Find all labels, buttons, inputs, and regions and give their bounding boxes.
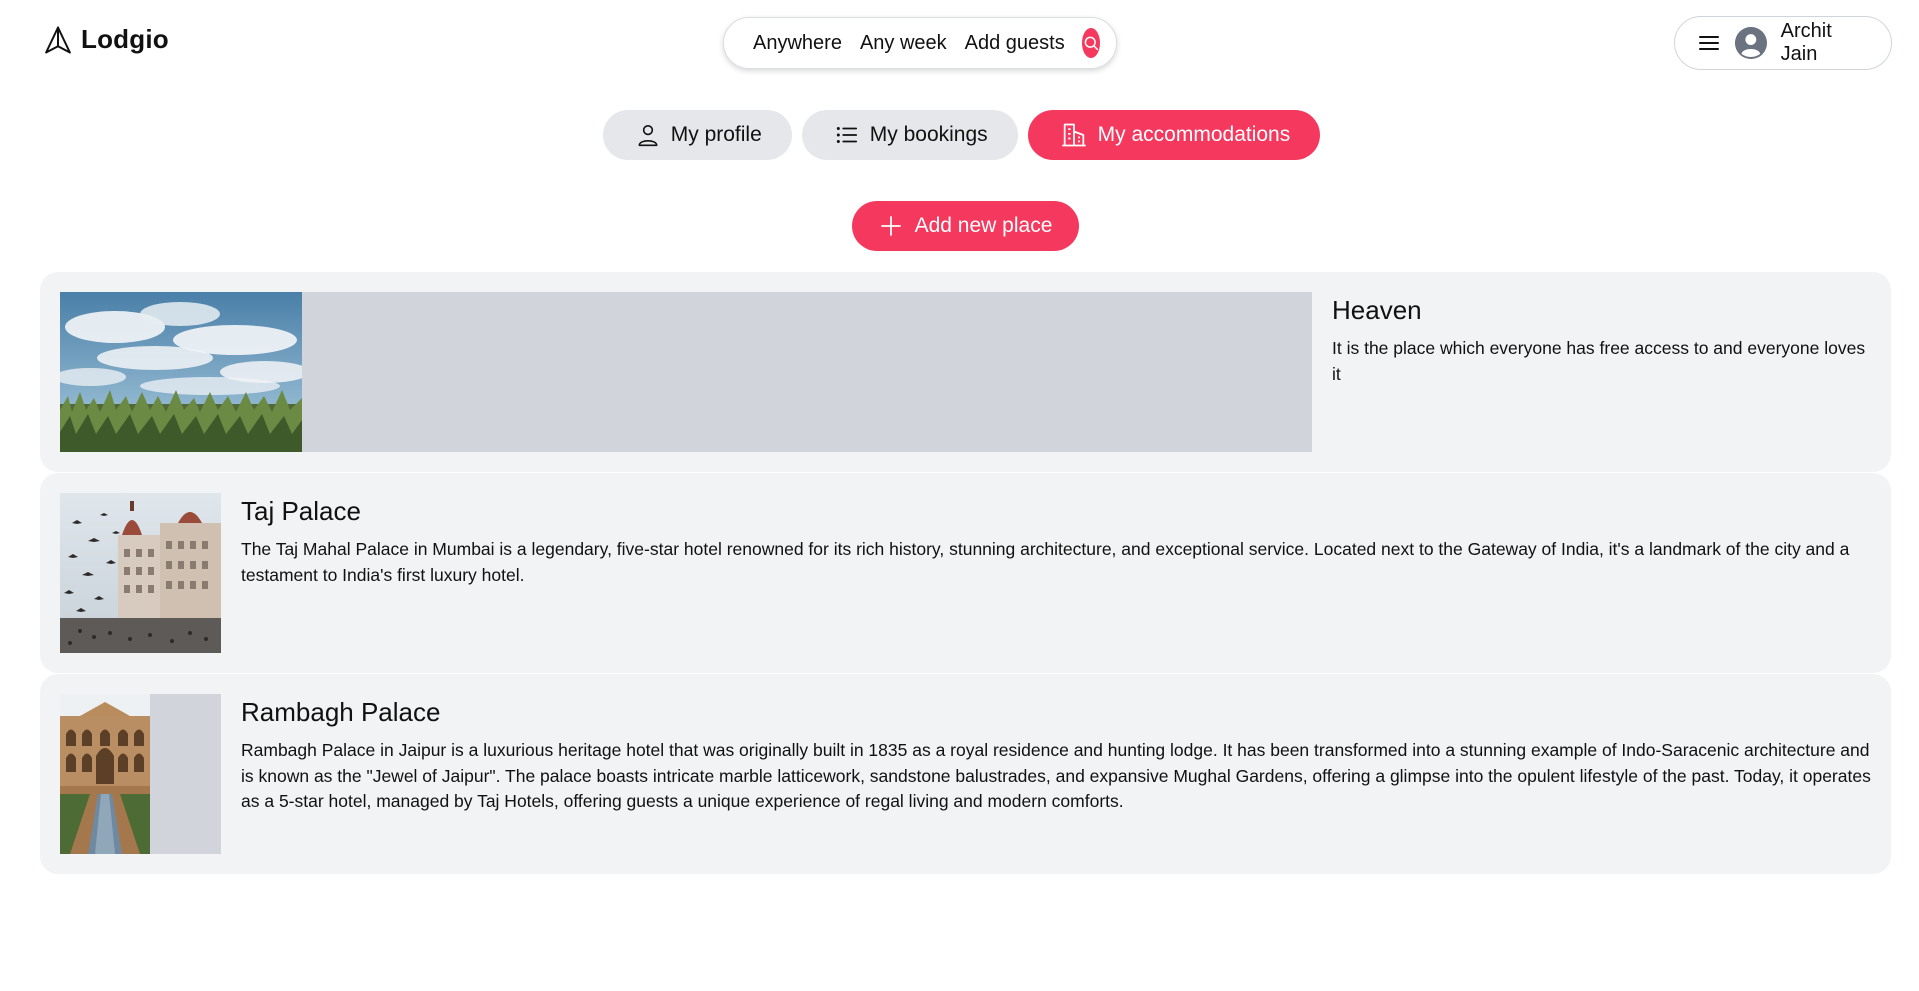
- place-card[interactable]: Taj Palace The Taj Mahal Palace in Mumba…: [40, 473, 1891, 673]
- search-who[interactable]: Add guests: [956, 32, 1074, 55]
- place-title: Taj Palace: [241, 496, 361, 526]
- tab-my-bookings[interactable]: My bookings: [801, 110, 1018, 160]
- sky-and-field-photo: [60, 292, 302, 452]
- place-description: The Taj Mahal Palace in Mumbai is a lege…: [241, 539, 1850, 585]
- place-info: Taj Palace The Taj Mahal Palace in Mumba…: [241, 493, 1871, 653]
- search-where[interactable]: Anywhere: [744, 32, 851, 55]
- place-thumbnail: [60, 292, 1312, 452]
- user-name: Archit Jain: [1780, 20, 1832, 65]
- place-title: Rambagh Palace: [241, 697, 441, 727]
- add-new-place-button[interactable]: Add new place: [852, 201, 1079, 251]
- search-bar[interactable]: Anywhere Any week Add guests: [723, 17, 1117, 69]
- place-info: Heaven It is the place which everyone ha…: [1332, 292, 1871, 452]
- hamburger-icon: [1697, 31, 1721, 55]
- place-description: Rambagh Palace in Jaipur is a luxurious …: [241, 740, 1871, 811]
- add-new-place-label: Add new place: [914, 214, 1053, 237]
- place-title: Heaven: [1332, 295, 1422, 325]
- place-thumbnail: [60, 493, 221, 653]
- palace-courtyard-photo: [60, 694, 150, 854]
- place-info: Rambagh Palace Rambagh Palace in Jaipur …: [241, 694, 1871, 854]
- building-icon: [1060, 121, 1088, 149]
- tab-label: My profile: [670, 123, 762, 146]
- taj-palace-photo: [60, 493, 221, 653]
- user-icon: [635, 122, 661, 148]
- user-menu[interactable]: Archit Jain: [1674, 16, 1892, 70]
- tab-label: My bookings: [869, 123, 988, 146]
- tab-label: My accommodations: [1097, 123, 1291, 146]
- brand-logo[interactable]: Lodgio: [43, 24, 169, 55]
- search-button[interactable]: [1081, 28, 1100, 58]
- place-card[interactable]: Rambagh Palace Rambagh Palace in Jaipur …: [40, 674, 1891, 874]
- place-description: It is the place which everyone has free …: [1332, 338, 1866, 384]
- search-when[interactable]: Any week: [851, 32, 956, 55]
- user-avatar-icon: [1735, 27, 1767, 59]
- brand-name: Lodgio: [81, 24, 169, 54]
- paper-plane-icon: [43, 25, 73, 55]
- place-card[interactable]: Heaven It is the place which everyone ha…: [40, 272, 1891, 472]
- account-tabs: My profile My bookings My accommodations: [0, 110, 1919, 160]
- search-icon: [1082, 34, 1100, 52]
- list-icon: [834, 122, 860, 148]
- tab-my-accommodations[interactable]: My accommodations: [1027, 110, 1321, 160]
- place-thumbnail: [60, 694, 221, 854]
- top-header: Lodgio Anywhere Any week Add guests Arch…: [0, 0, 1919, 90]
- plus-icon: [879, 214, 903, 238]
- tab-my-profile[interactable]: My profile: [602, 110, 792, 160]
